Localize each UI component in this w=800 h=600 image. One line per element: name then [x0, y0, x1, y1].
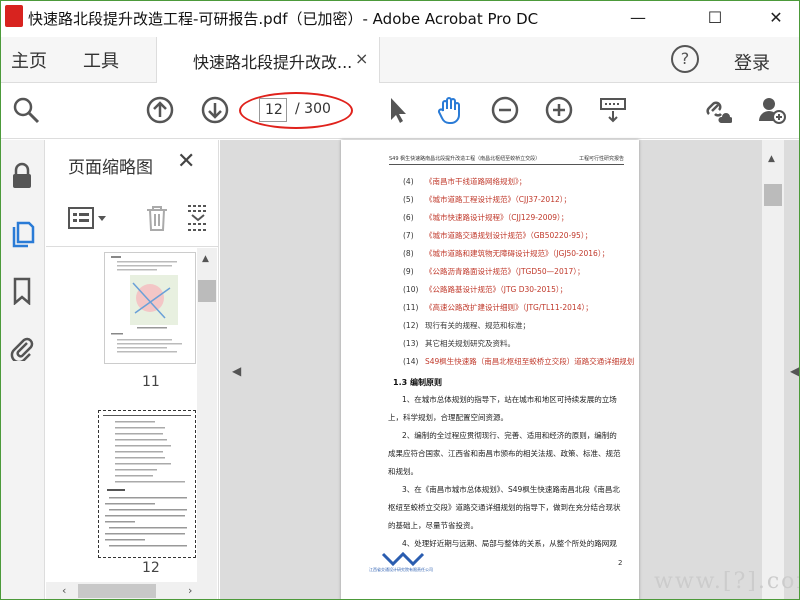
section-heading: 1.3 编制原则: [393, 378, 442, 387]
reference-item: (5) 《城市道路工程设计规范》（CJJ37-2012）；: [403, 195, 571, 204]
page-total-label: / 300: [295, 101, 331, 117]
zoom-out-icon[interactable]: [490, 95, 520, 125]
pdf-page: S49 枫生快速路南昌北段提升改造工程（南昌北枢纽至蛟桥立交段） 工程可行性研究…: [341, 140, 639, 599]
prev-page-icon[interactable]: [145, 95, 175, 125]
insert-page-icon[interactable]: [186, 204, 210, 232]
document-tab-label: 快速路北段提升改改...: [193, 53, 353, 72]
reference-item: (4) 《南昌市干线道路网络规划》；: [403, 177, 527, 186]
hscroll-thumb[interactable]: [78, 584, 156, 598]
page-number-input[interactable]: 12: [259, 98, 287, 122]
reference-item: (8) 《城市道路和建筑物无障碍设计规范》（JGJ50-2016）；: [403, 249, 610, 258]
document-viewport[interactable]: ◀ S49 枫生快速路南昌北段提升改造工程（南昌北枢纽至蛟桥立交段） 工程可行性…: [220, 140, 799, 599]
thumbnail-label: 11: [142, 374, 160, 390]
page-header: S49 枫生快速路南昌北段提升改造工程（南昌北枢纽至蛟桥立交段） 工程可行性研究…: [389, 154, 624, 165]
home-menu[interactable]: 主页: [11, 47, 47, 73]
title-bar: 快速路北段提升改造工程-可研报告.pdf（已加密）- Adobe Acrobat…: [1, 1, 799, 37]
paragraph: 3、在《南昌市城市总体规划》、S49枫生快速路南昌北段《南昌北枢纽至蛟桥立交段》…: [388, 485, 621, 530]
add-user-icon[interactable]: [757, 95, 787, 125]
scroll-right-icon[interactable]: ›: [188, 584, 192, 597]
reference-item: (12) 现行有关的规程、规范和标准；: [403, 321, 530, 330]
paragraph: 4、处理好近期与远期、局部与整体的关系，从整个所处的路网观: [402, 539, 617, 548]
thumbnail-hscrollbar[interactable]: ‹ ›: [46, 582, 217, 599]
acrobat-window: 快速路北段提升改造工程-可研报告.pdf（已加密）- Adobe Acrobat…: [0, 0, 800, 600]
page-thumbnails-icon[interactable]: [9, 220, 35, 248]
bookmark-icon[interactable]: [9, 277, 35, 305]
close-panel-button[interactable]: ✕: [177, 149, 195, 174]
tools-menu[interactable]: 工具: [83, 47, 119, 73]
paragraph: 2、编制的全过程应贯彻现行、完善、适用和经济的原则，编制的成果应符合国家、江西省…: [388, 431, 621, 476]
scroll-up-icon[interactable]: ▲: [202, 254, 209, 264]
thumbnail-page-11[interactable]: [104, 252, 196, 364]
header-left: S49 枫生快速路南昌北段提升改造工程（南昌北枢纽至蛟桥立交段）: [389, 156, 541, 162]
reference-item: (9) 《公路沥青路面设计规范》（JTGD50—2017）；: [403, 267, 585, 276]
window-title: 快速路北段提升改造工程-可研报告.pdf（已加密）- Adobe Acrobat…: [28, 10, 539, 28]
share-link-icon[interactable]: [702, 95, 732, 125]
scroll-left-icon[interactable]: ‹: [62, 584, 66, 597]
reference-item: (10) 《公路路基设计规范》（JTG D30-2015）；: [403, 285, 568, 294]
expand-right-panel-icon[interactable]: ◀: [790, 364, 799, 378]
thumbnail-page-12[interactable]: [98, 410, 196, 558]
header-right: 工程可行性研究报告: [578, 156, 624, 162]
zoom-search-icon[interactable]: [11, 95, 41, 125]
thumbnail-scrollbar[interactable]: ▲: [197, 248, 217, 582]
watermark: www.[?].com: [654, 569, 799, 594]
scroll-thumb[interactable]: [198, 280, 216, 302]
login-button[interactable]: 登录: [734, 49, 770, 75]
close-window-button[interactable]: ✕: [753, 1, 799, 35]
thumbnail-options-icon[interactable]: [68, 206, 108, 232]
close-tab-button[interactable]: ×: [355, 49, 368, 68]
page-number: 2: [618, 559, 623, 567]
left-nav-rail: [1, 140, 45, 599]
thumbnail-content: [111, 256, 182, 353]
keyboard-icon[interactable]: [598, 95, 628, 125]
zoom-in-icon[interactable]: [544, 95, 574, 125]
document-scrollbar[interactable]: ▲: [762, 140, 784, 599]
panel-toolbar: [46, 195, 219, 247]
reference-item: (7) 《城市道路交通规划设计规范》（GB50220-95）；: [403, 231, 593, 240]
document-tab[interactable]: 快速路北段提升改改... ×: [156, 37, 380, 83]
hand-tool-icon[interactable]: [435, 95, 465, 125]
toolbar: 12 / 300: [1, 83, 799, 139]
reference-item: (14) S49枫生快速路（南昌北枢纽至蛟桥立交段）道路交通详细规划: [403, 357, 635, 366]
reference-item: (6) 《城市快速路设计规程》（CJJ129-2009）；: [403, 213, 569, 222]
menu-bar: 主页 工具 快速路北段提升改改... × ? 登录: [1, 37, 799, 83]
reference-item: (13) 其它相关规划研究及资料。: [403, 339, 515, 348]
attachment-icon[interactable]: [9, 333, 35, 361]
next-page-icon[interactable]: [200, 95, 230, 125]
thumbnail-panel: 页面缩略图 ✕ 11 12 ▲ ‹ ›: [46, 140, 219, 599]
paragraph: 1、在城市总体规划的指导下，站在城市和地区可持续发展的立场上，科学规划，合理配置…: [388, 395, 617, 422]
minimize-button[interactable]: —: [615, 1, 661, 35]
delete-page-icon[interactable]: [144, 204, 170, 232]
collapse-panel-icon[interactable]: ◀: [232, 364, 241, 378]
acrobat-logo-icon: [5, 5, 23, 27]
scroll-thumb[interactable]: [764, 184, 782, 206]
thumbnail-list: 11 12: [46, 248, 196, 582]
panel-title: 页面缩略图: [68, 158, 153, 178]
select-cursor-icon[interactable]: [383, 95, 413, 125]
lock-icon[interactable]: [9, 162, 35, 190]
thumbnail-label: 12: [142, 560, 160, 576]
reference-item: (11) 《高速公路改扩建设计细则》（JTG/TL11-2014）；: [403, 303, 593, 312]
help-button[interactable]: ?: [671, 45, 699, 73]
scroll-up-icon[interactable]: ▲: [768, 154, 775, 164]
footer-company: 江西省交通设计研究院有限责任公司: [369, 567, 433, 572]
maximize-button[interactable]: ☐: [692, 1, 738, 35]
thumbnail-content: [103, 415, 191, 547]
company-logo-icon: [381, 552, 425, 566]
